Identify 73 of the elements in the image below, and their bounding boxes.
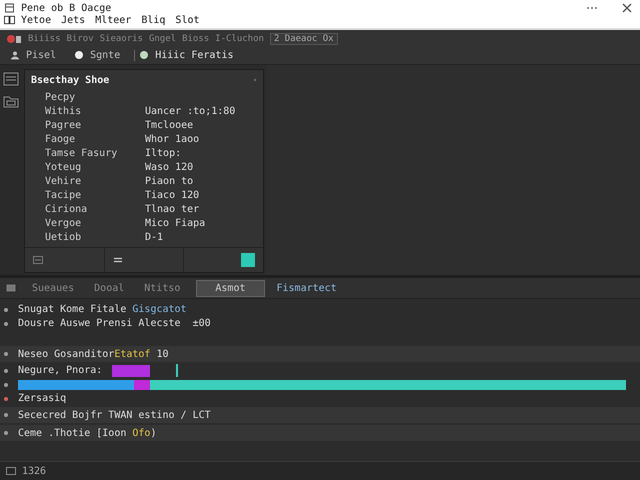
cursor-icon <box>176 364 178 377</box>
property-value: Mico Fiapa <box>145 218 206 228</box>
console-line: Ceme .Thotie [Ioon Ofo) <box>18 428 156 438</box>
timeline-track[interactable] <box>18 380 626 390</box>
property-label: Faoge <box>45 134 76 144</box>
property-label: Tamse Fasury <box>45 148 118 158</box>
window-icon <box>6 284 16 292</box>
property-label: Uetiob <box>45 232 82 242</box>
property-label: Ciriona <box>45 204 88 214</box>
property-value: Piaon to <box>145 176 194 186</box>
property-value: D-1 <box>145 232 164 242</box>
property-value: Tmclooee <box>145 120 194 130</box>
console-line: Negure, Pnora: <box>18 365 102 376</box>
console-line: Neseo GosanditorEtatof 10 <box>18 348 169 360</box>
property-label: Yoteug <box>45 162 82 172</box>
toolbar-item[interactable]: Gngel <box>148 34 176 44</box>
toolbar-item[interactable]: Biiiss <box>28 34 61 44</box>
toolbar-item[interactable]: I-Cluchon <box>215 34 264 44</box>
panel-title: Bsecthay Shoe <box>31 74 110 86</box>
property-label: Vehire <box>45 176 82 186</box>
property-label: Withis <box>45 106 82 116</box>
record-icon[interactable] <box>6 34 22 44</box>
more-icon[interactable] <box>586 6 598 10</box>
clip-marker <box>112 364 150 376</box>
panel-tab[interactable]: Dooal <box>90 282 128 294</box>
highlighted-row[interactable]: Neseo GosanditorEtatof 10 <box>0 346 640 362</box>
menu-item[interactable]: Bliq <box>141 14 166 26</box>
close-icon[interactable] <box>622 3 632 13</box>
dot-icon <box>253 78 257 82</box>
view-button[interactable]: Hiiic Feratis <box>134 50 238 60</box>
view-button[interactable]: Sgnte <box>70 50 124 60</box>
property-value: Whor 1aoo <box>145 134 200 144</box>
equals-icon[interactable] <box>112 256 123 264</box>
window-icon <box>6 467 16 475</box>
console-line: Dousre Auswe Prensi Alecste ±00 <box>18 318 211 329</box>
property-header: Pecpy <box>45 92 76 102</box>
panel-tab[interactable]: Asmot <box>196 280 264 296</box>
panel-tab[interactable]: Sueaues <box>28 282 78 294</box>
property-value: Iltop: <box>145 148 182 158</box>
toolbar-badge[interactable]: 2 Daeaoc Ox <box>270 33 338 45</box>
menu-item[interactable]: Jets <box>61 14 86 26</box>
timeline-handle[interactable] <box>134 380 150 390</box>
toolbar-item[interactable]: Birov <box>66 34 94 44</box>
property-value: Tiaco 120 <box>145 190 200 200</box>
property-label: Pagree <box>45 120 82 130</box>
panel-link[interactable]: Fismartect <box>276 282 337 294</box>
menu-item[interactable]: Slot <box>175 14 200 26</box>
stack-icon[interactable] <box>3 71 19 87</box>
color-swatch[interactable] <box>241 253 256 267</box>
highlighted-row[interactable]: Ceme .Thotie [Ioon Ofo) <box>0 425 640 441</box>
highlighted-row[interactable]: Sececred Bojfr TWAN estino / LCT <box>0 407 640 423</box>
property-label: Vergoe <box>45 218 82 228</box>
console-line: Snugat Kome Fitale Gisgcatot <box>18 304 187 315</box>
toolbar-item[interactable]: Bioss <box>182 34 210 44</box>
window-title: Pene ob B Oacge <box>21 2 112 14</box>
book-icon <box>4 15 15 25</box>
view-button[interactable]: Pisel <box>6 50 60 60</box>
console-line: Sececred Bojfr TWAN estino / LCT <box>18 410 211 420</box>
person-icon <box>10 50 20 60</box>
menu-item[interactable]: Mlteer <box>95 14 132 26</box>
menu-item[interactable]: Yetoe <box>21 14 52 26</box>
toolbar-item[interactable]: Sieaoris <box>100 34 143 44</box>
property-value: Uancer :to;1:80 <box>145 106 236 116</box>
property-value: Tlnao ter <box>145 204 200 214</box>
status-text: 1326 <box>22 466 46 476</box>
window-icon <box>4 3 15 13</box>
panel-tab[interactable]: Ntitso <box>140 282 184 294</box>
console-line: Zersasiq <box>18 393 66 404</box>
property-label: Tacipe <box>45 190 82 200</box>
property-value: Waso 120 <box>145 162 194 172</box>
circle-icon <box>139 50 150 60</box>
list-icon[interactable] <box>33 256 43 264</box>
dot-icon <box>74 50 84 60</box>
